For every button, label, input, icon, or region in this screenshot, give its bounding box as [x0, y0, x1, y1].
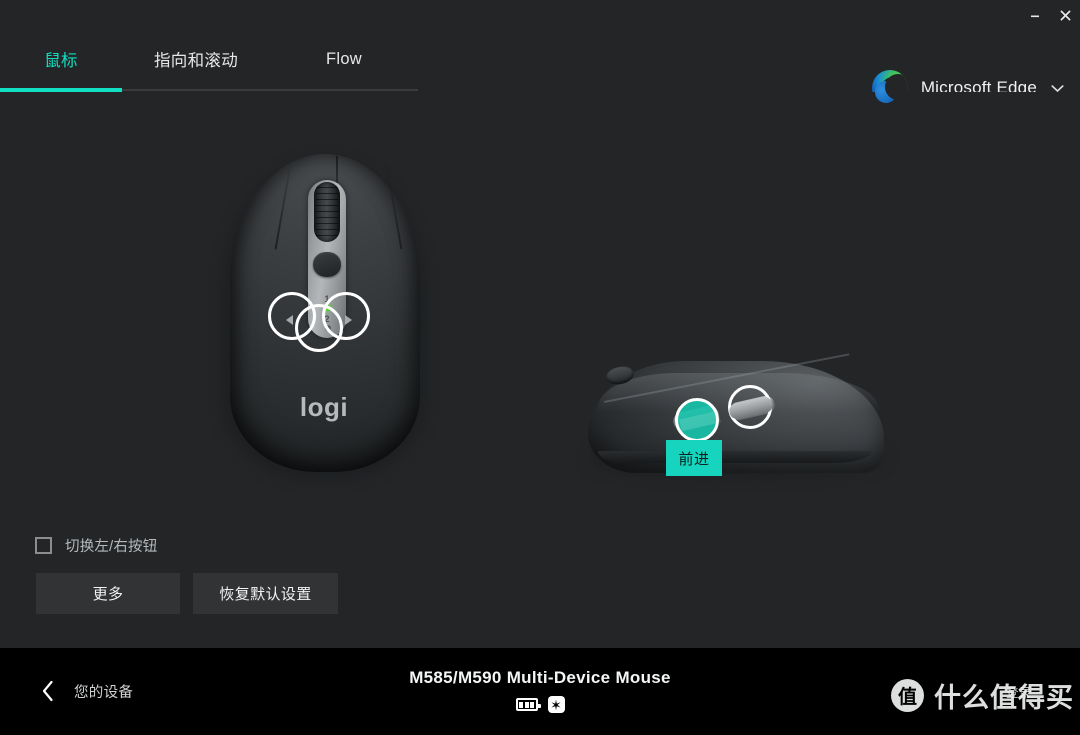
device-info: M585/M590 Multi-Device Mouse ✶: [0, 668, 1080, 713]
battery-icon: [515, 698, 541, 711]
swap-buttons-checkbox[interactable]: [35, 537, 52, 554]
unifying-receiver-icon: ✶: [547, 696, 565, 713]
device-name-label: M585/M590 Multi-Device Mouse: [409, 668, 671, 687]
edge-logo-mask: [884, 74, 908, 100]
mouse-button-split-left: [274, 164, 292, 250]
scroll-wheel: [314, 182, 340, 242]
bottom-bar: 您的设备 M585/M590 Multi-Device Mouse ✶ 登录 值…: [0, 648, 1080, 735]
tab-point-and-scroll[interactable]: 指向和滚动: [122, 30, 270, 88]
mouse-button-split-right: [385, 164, 403, 250]
tab-flow[interactable]: Flow: [270, 30, 418, 88]
more-button-label: 更多: [92, 586, 124, 603]
restore-defaults-button[interactable]: 恢复默认设置: [193, 573, 338, 614]
tab-mouse[interactable]: 鼠标: [0, 30, 122, 88]
tab-list: 鼠标 指向和滚动 Flow: [0, 30, 418, 92]
action-button-row: 更多 恢复默认设置: [36, 573, 338, 614]
sign-in-link[interactable]: 登录: [1006, 682, 1032, 701]
main-content: 1 2 logi 前进 切换左/右按钮 更多 恢复默认设置: [0, 92, 1080, 648]
close-button[interactable]: [1050, 0, 1080, 30]
tab-mouse-label: 鼠标: [44, 52, 78, 70]
more-button[interactable]: 更多: [36, 573, 180, 614]
window-controls: [1020, 0, 1080, 30]
minimize-button[interactable]: [1020, 0, 1050, 30]
button-tooltip: 前进: [666, 440, 722, 476]
restore-defaults-button-label: 恢复默认设置: [219, 586, 312, 603]
tab-divider: [122, 89, 418, 91]
side-button-back-inner: [727, 395, 775, 421]
highlight-side-button-forward[interactable]: [675, 398, 721, 442]
device-status-icons: ✶: [0, 696, 1080, 713]
highlight-scroll-wheel[interactable]: [295, 304, 343, 352]
sign-in-label: 登录: [1005, 686, 1032, 700]
tab-flow-label: Flow: [325, 49, 363, 68]
tab-point-and-scroll-label: 指向和滚动: [154, 52, 238, 70]
mouse-side-view-image: [580, 347, 890, 487]
logitech-options-window: 鼠标 指向和滚动 Flow Microsoft Edge 1 2 logi 前进…: [0, 0, 1080, 735]
swap-buttons-label: 切换左/右按钮: [65, 539, 158, 555]
title-bar: [0, 0, 1080, 30]
right-arrow-icon: [345, 315, 352, 325]
mouse-side-base: [598, 451, 872, 463]
left-arrow-icon: [286, 315, 293, 325]
swap-buttons-row[interactable]: 切换左/右按钮: [35, 535, 157, 556]
button-tooltip-label: 前进: [678, 450, 710, 468]
highlight-side-button-back[interactable]: [727, 385, 775, 429]
dpi-button: [313, 252, 341, 277]
side-button-forward-inner: [679, 410, 721, 432]
logitech-brand-label: logi: [299, 392, 349, 422]
tab-bar: 鼠标 指向和滚动 Flow Microsoft Edge: [0, 30, 1080, 106]
